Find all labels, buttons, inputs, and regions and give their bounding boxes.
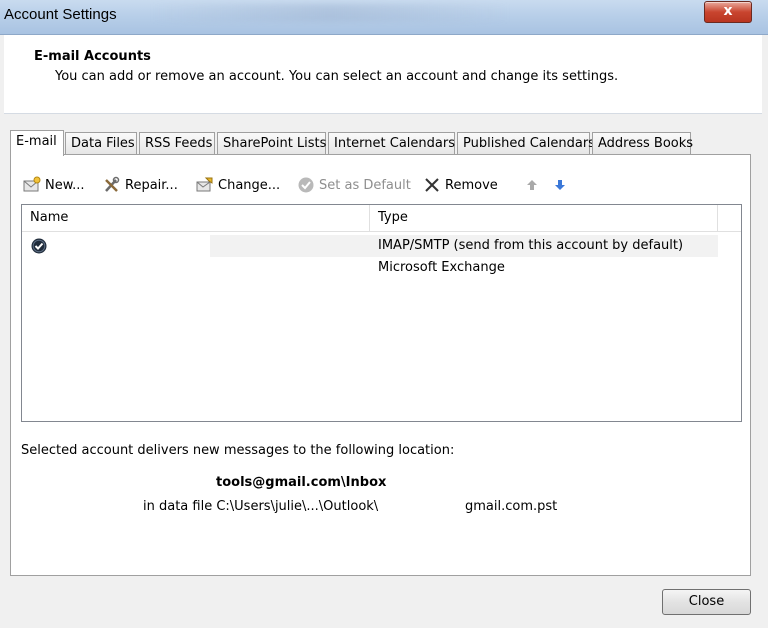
repair-account-button[interactable]: Repair... [103,174,178,196]
account-type: Microsoft Exchange [378,260,505,275]
tab-data-files[interactable]: Data Files [65,132,137,154]
tab-rss-feeds[interactable]: RSS Feeds [139,132,215,154]
remove-x-icon [423,176,441,194]
window-title: Account Settings [4,6,117,23]
delivery-location-label: Selected account delivers new messages t… [21,443,455,458]
delivery-data-file-path: in data file C:\Users\julie\...\Outlook\ [143,499,379,514]
new-account-label: New... [45,177,85,193]
accounts-list-header: Name Type [22,205,741,232]
accounts-list[interactable]: Name Type IMAP/SMTP (send from this acco… [21,204,742,422]
new-mail-icon [23,176,41,194]
repair-account-label: Repair... [125,177,178,193]
remove-account-label: Remove [445,177,498,193]
column-header-name[interactable]: Name [22,205,370,231]
delivery-data-file-name: gmail.com.pst [465,499,558,514]
header-subtitle: You can add or remove an account. You ca… [55,69,619,84]
move-up-button[interactable] [523,174,545,196]
account-row[interactable]: Microsoft Exchange [23,257,719,279]
account-toolbar: New... Repair... Change... Set as Defaul… [23,172,583,196]
tab-email[interactable]: E-mail [10,130,64,156]
header-panel: E-mail Accounts You can add or remove an… [4,35,762,114]
arrow-up-icon [523,176,541,194]
tab-sharepoint-lists[interactable]: SharePoint Lists [217,132,326,154]
account-settings-window: Account Settings x E-mail Accounts You c… [0,0,768,628]
delivery-inbox-path: tools@gmail.com\Inbox [216,475,387,490]
new-account-button[interactable]: New... [23,174,85,196]
account-row[interactable]: IMAP/SMTP (send from this account by def… [23,235,719,257]
tab-internet-calendars[interactable]: Internet Calendars [328,132,455,154]
change-account-label: Change... [218,177,281,193]
change-settings-icon [196,176,214,194]
title-bar[interactable]: Account Settings x [0,0,768,35]
window-close-button[interactable]: x [704,1,752,23]
tab-published-calendars[interactable]: Published Calendars [457,132,595,154]
title-bar-blur [150,4,510,22]
header-title: E-mail Accounts [34,49,151,64]
account-type: IMAP/SMTP (send from this account by def… [378,238,684,253]
set-default-button[interactable]: Set as Default [297,174,411,196]
move-down-button[interactable] [551,174,573,196]
default-account-check-icon [31,238,47,254]
email-tab-panel: New... Repair... Change... Set as Defaul… [10,154,751,576]
set-default-label: Set as Default [319,177,411,193]
change-account-button[interactable]: Change... [196,174,280,196]
remove-account-button[interactable]: Remove [423,174,498,196]
tab-address-books[interactable]: Address Books [592,132,693,154]
check-circle-icon [297,176,315,194]
close-button[interactable]: Close [662,589,751,615]
arrow-down-icon [551,176,569,194]
tools-icon [103,176,121,194]
column-header-type[interactable]: Type [370,205,718,231]
